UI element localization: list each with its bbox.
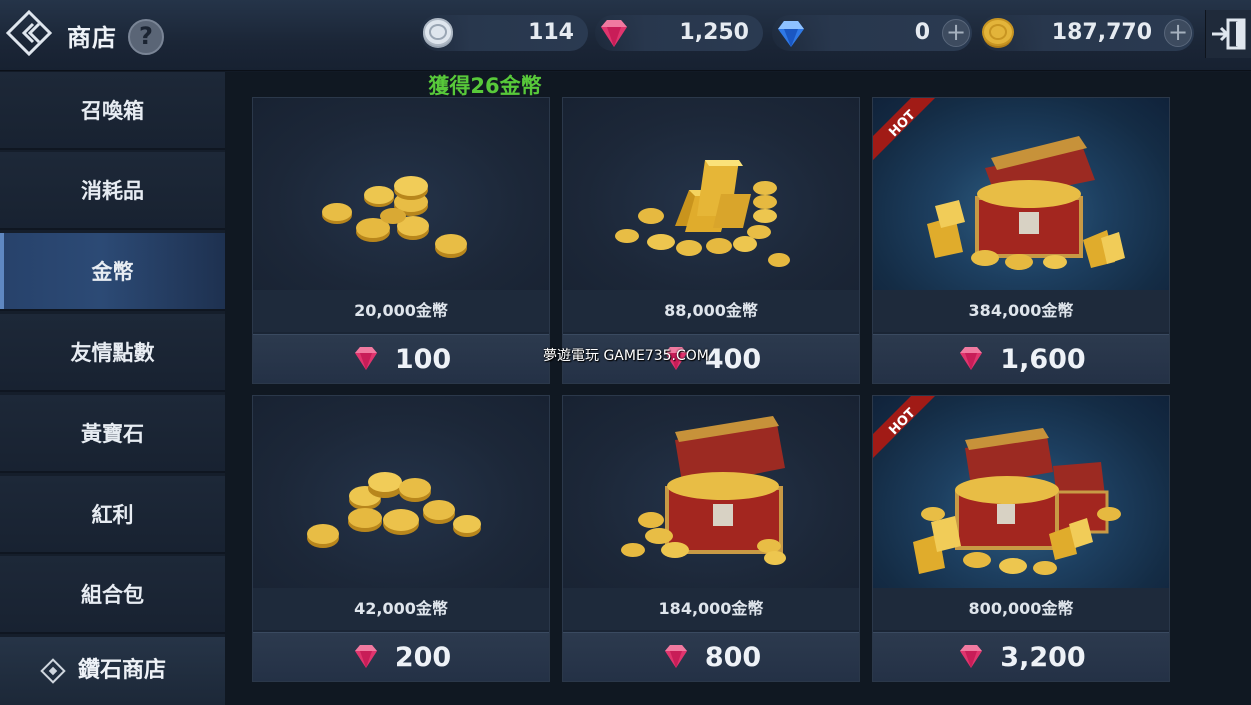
product-amount: 88,000金幣 xyxy=(563,290,859,332)
add-gold-button[interactable]: + xyxy=(1164,19,1192,47)
sidebar-item-friendship-points[interactable]: 友情點數 xyxy=(0,314,225,392)
product-card[interactable]: 20,000金幣 100 xyxy=(252,97,550,384)
reward-notice: 獲得26金幣 xyxy=(428,74,542,98)
ruby-value: 1,250 xyxy=(679,20,749,45)
price: 3,200 xyxy=(1000,642,1086,673)
product-amount: 20,000金幣 xyxy=(253,290,549,332)
diamond-store-button[interactable]: 鑽石商店 xyxy=(0,637,225,705)
sapphire-currency: 0 + xyxy=(772,15,972,51)
exit-icon xyxy=(1212,18,1246,50)
ruby-icon xyxy=(960,644,983,668)
product-image: HOT xyxy=(873,396,1169,588)
diamond-icon xyxy=(40,658,66,684)
price: 800 xyxy=(704,642,762,673)
buy-button[interactable]: 3,200 xyxy=(873,632,1169,681)
sidebar-item-consumables[interactable]: 消耗品 xyxy=(0,152,225,230)
sidebar-item-bonus[interactable]: 紅利 xyxy=(0,476,225,554)
price: 1,600 xyxy=(1000,344,1086,375)
product-card[interactable]: HOT 800,000金幣 3,200 xyxy=(872,395,1170,682)
product-image xyxy=(563,98,859,290)
silver-value: 114 xyxy=(528,20,574,45)
sapphire-icon xyxy=(778,21,804,47)
sapphire-value: 0 xyxy=(914,20,930,45)
sidebar-item-bundles[interactable]: 組合包 xyxy=(0,556,225,634)
ruby-icon xyxy=(354,644,377,668)
product-amount: 184,000金幣 xyxy=(563,588,859,630)
product-amount: 42,000金幣 xyxy=(253,588,549,630)
price: 200 xyxy=(394,642,452,673)
silver-coin-icon xyxy=(423,18,453,48)
product-card[interactable]: 42,000金幣 200 xyxy=(252,395,550,682)
buy-button[interactable]: 100 xyxy=(253,334,549,383)
page-title: 商店 xyxy=(67,24,117,52)
ruby-icon xyxy=(664,644,687,668)
sidebar-item-summon-box[interactable]: 召喚箱 xyxy=(0,72,225,150)
product-image xyxy=(253,396,549,588)
ruby-icon xyxy=(601,20,627,47)
add-sapphire-button[interactable]: + xyxy=(942,19,970,47)
hot-ribbon: HOT xyxy=(873,98,935,160)
product-image xyxy=(563,396,859,588)
product-amount: 800,000金幣 xyxy=(873,588,1169,630)
gold-coin-icon xyxy=(982,18,1014,48)
product-card[interactable]: 184,000金幣 800 xyxy=(562,395,860,682)
product-amount: 384,000金幣 xyxy=(873,290,1169,332)
exit-button[interactable] xyxy=(1205,10,1251,58)
help-button[interactable]: ? xyxy=(128,19,164,55)
ruby-icon xyxy=(354,346,377,370)
buy-button[interactable]: 200 xyxy=(253,632,549,681)
diamond-store-label: 鑽石商店 xyxy=(78,658,167,683)
product-image xyxy=(253,98,549,290)
price: 400 xyxy=(704,344,762,375)
buy-button[interactable]: 800 xyxy=(563,632,859,681)
category-sidebar: 召喚箱 消耗品 金幣 友情點數 黃寶石 紅利 組合包 鑽石商店 xyxy=(0,72,225,705)
ruby-currency: 1,250 xyxy=(595,15,763,51)
gold-bars-icon xyxy=(615,160,790,267)
buy-button[interactable]: 1,600 xyxy=(873,334,1169,383)
gold-coins-icon xyxy=(307,472,481,548)
gold-value: 187,770 xyxy=(1051,20,1152,45)
sidebar-item-gold[interactable]: 金幣 xyxy=(0,233,225,311)
product-card[interactable]: HOT 384,000金幣 1,600 xyxy=(872,97,1170,384)
watermark: 夢遊電玩 GAME735.COM xyxy=(543,348,709,364)
back-icon[interactable] xyxy=(6,10,52,56)
price: 100 xyxy=(394,344,452,375)
treasure-chest-icon xyxy=(621,416,786,565)
top-bar: 商店 ? 114 1,250 0 + 187,770 + xyxy=(0,0,1251,71)
product-card[interactable]: 88,000金幣 400 xyxy=(562,97,860,384)
gold-currency: 187,770 + xyxy=(980,15,1194,51)
ruby-icon xyxy=(960,346,983,370)
sidebar-item-topaz[interactable]: 黃寶石 xyxy=(0,395,225,473)
gold-coins-icon xyxy=(322,176,467,258)
hot-ribbon: HOT xyxy=(873,396,935,458)
product-image: HOT xyxy=(873,98,1169,290)
silver-currency: 114 xyxy=(420,15,588,51)
